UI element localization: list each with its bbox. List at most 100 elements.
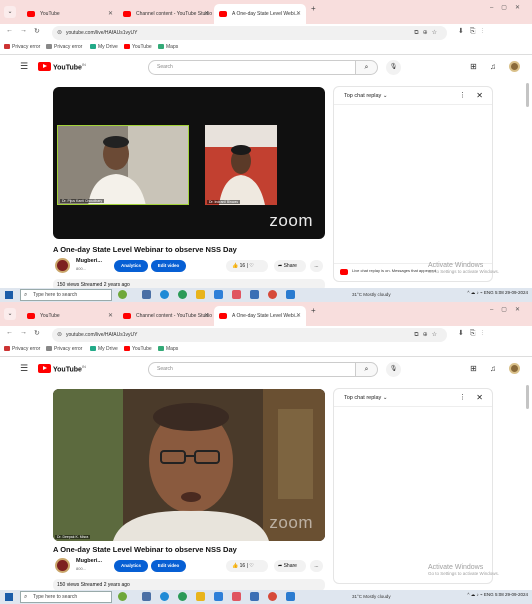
- analytics-button[interactable]: Analytics: [114, 560, 148, 572]
- address-bar[interactable]: ⊜ youtube.com/live/HAfAUs1vyUY ⧉⊕☆: [52, 26, 447, 40]
- close-tab-icon[interactable]: ✕: [296, 306, 301, 326]
- edge-icon[interactable]: [160, 290, 169, 299]
- more-options-icon[interactable]: ⋮: [459, 389, 466, 407]
- channel-name[interactable]: Mugberi...: [76, 258, 102, 264]
- tab-webinar[interactable]: A One-day State Level Webi... ✕: [214, 306, 306, 326]
- close-icon[interactable]: ✕: [476, 87, 483, 105]
- bookmark-privacy-error-2[interactable]: Privacy error: [46, 44, 82, 50]
- widget-app-icon[interactable]: [118, 290, 127, 299]
- share-button[interactable]: ➦ Share: [274, 560, 306, 572]
- task-view-icon[interactable]: [142, 290, 151, 299]
- tab-search-icon[interactable]: ⌄: [4, 308, 16, 320]
- share-button[interactable]: ➦ Share: [274, 260, 306, 272]
- photos-icon[interactable]: [232, 592, 241, 601]
- voice-search-button[interactable]: 🎙: [386, 362, 401, 377]
- create-icon[interactable]: ⊞: [470, 62, 477, 71]
- chrome-profile-icon[interactable]: [268, 290, 277, 299]
- weather-widget[interactable]: 31°C Mostly cloudy: [352, 292, 391, 297]
- bookmark-drive[interactable]: My Drive: [90, 346, 118, 352]
- bookmark-drive[interactable]: My Drive: [90, 44, 118, 50]
- channel-avatar[interactable]: [55, 258, 70, 273]
- tab-studio[interactable]: Channel content - YouTube Studio ✕: [118, 306, 214, 326]
- video-player[interactable]: Dr. Pijus Kanti Choudhary Dr. Indranil B…: [53, 87, 325, 239]
- weather-widget[interactable]: 31°C Mostly cloudy: [352, 594, 391, 599]
- windows-start-icon[interactable]: [5, 291, 13, 299]
- system-tray[interactable]: ^ ☁ ♪ ⌁ ENG 5:08 29-09-2024: [467, 592, 528, 598]
- task-view-icon[interactable]: [142, 592, 151, 601]
- window-controls[interactable]: –▢✕: [490, 4, 528, 11]
- more-options-icon[interactable]: ⋮: [459, 87, 466, 105]
- address-bar-icons[interactable]: ⧉⊕☆: [414, 26, 441, 40]
- chrome-profile-icon[interactable]: [268, 592, 277, 601]
- back-icon[interactable]: ←: [6, 27, 13, 34]
- window-controls[interactable]: –▢✕: [490, 306, 528, 313]
- youtube-logo[interactable]: YouTubeIN: [38, 364, 86, 374]
- like-dislike-button[interactable]: 👍 16 | ♡: [226, 560, 268, 572]
- page-scrollbar[interactable]: [526, 385, 529, 409]
- tab-youtube[interactable]: YouTube ✕: [22, 4, 118, 24]
- back-icon[interactable]: ←: [6, 329, 13, 336]
- address-bar[interactable]: ⊜ youtube.com/live/HAfAUs1vyUY ⧉⊕☆: [52, 328, 447, 342]
- site-info-icon[interactable]: ⊜: [57, 26, 62, 40]
- voice-search-button[interactable]: 🎙: [386, 60, 401, 75]
- chrome-icon[interactable]: [178, 592, 187, 601]
- search-button[interactable]: ⌕: [356, 362, 378, 377]
- like-dislike-button[interactable]: 👍 16 | ♡: [226, 260, 268, 272]
- close-tab-icon[interactable]: ✕: [296, 4, 301, 24]
- widget-app-icon[interactable]: [118, 592, 127, 601]
- close-icon[interactable]: ✕: [476, 389, 483, 407]
- reload-icon[interactable]: ↻: [34, 329, 40, 337]
- chat-mode-dropdown[interactable]: Top chat replay: [344, 93, 381, 99]
- reload-icon[interactable]: ↻: [34, 27, 40, 35]
- video-player[interactable]: Dr. Deepak K. Misra zoom: [53, 389, 325, 541]
- tab-studio[interactable]: Channel content - YouTube Studio ✕: [118, 4, 214, 24]
- app-icon[interactable]: [250, 592, 259, 601]
- site-info-icon[interactable]: ⊜: [57, 328, 62, 342]
- file-explorer-icon[interactable]: [196, 290, 205, 299]
- page-scrollbar[interactable]: [526, 83, 529, 107]
- notifications-bell-icon[interactable]: ♫: [490, 364, 496, 373]
- channel-avatar[interactable]: [55, 558, 70, 573]
- search-button[interactable]: ⌕: [356, 60, 378, 75]
- system-tray[interactable]: ^ ☁ ♪ ⌁ ENG 5:08 29-09-2024: [467, 290, 528, 296]
- more-actions-button[interactable]: ...: [310, 260, 323, 272]
- edit-video-button[interactable]: Edit video: [151, 260, 186, 272]
- analytics-button[interactable]: Analytics: [114, 260, 148, 272]
- channel-name[interactable]: Mugberi...: [76, 558, 102, 564]
- browser-toolbar-icons[interactable]: ⬇⎘⫶: [458, 27, 489, 36]
- windows-start-icon[interactable]: [5, 593, 13, 601]
- youtube-logo[interactable]: YouTubeIN: [38, 62, 86, 72]
- more-actions-button[interactable]: ...: [310, 560, 323, 572]
- hamburger-menu-icon[interactable]: ☰: [20, 61, 28, 72]
- forward-icon[interactable]: →: [20, 329, 27, 336]
- bookmark-maps[interactable]: Maps: [158, 346, 178, 352]
- account-avatar[interactable]: [509, 363, 520, 374]
- search-input[interactable]: Search: [148, 60, 356, 75]
- app-icon[interactable]: [250, 290, 259, 299]
- new-tab-icon[interactable]: +: [311, 4, 316, 13]
- account-avatar[interactable]: [509, 61, 520, 72]
- address-bar-icons[interactable]: ⧉⊕☆: [414, 328, 441, 342]
- tab-webinar[interactable]: A One-day State Level Webi... ✕: [214, 4, 306, 24]
- edit-video-button[interactable]: Edit video: [151, 560, 186, 572]
- create-icon[interactable]: ⊞: [470, 364, 477, 373]
- browser-toolbar-icons[interactable]: ⬇⎘⫶: [458, 329, 489, 338]
- taskbar-search-input[interactable]: ⌕ Type here to search: [20, 289, 112, 301]
- word-icon[interactable]: [286, 290, 295, 299]
- bookmark-maps[interactable]: Maps: [158, 44, 178, 50]
- word-icon[interactable]: [286, 592, 295, 601]
- taskbar-search-input[interactable]: ⌕ Type here to search: [20, 591, 112, 603]
- edge-icon[interactable]: [160, 592, 169, 601]
- bookmark-privacy-error-2[interactable]: Privacy error: [46, 346, 82, 352]
- bookmark-privacy-error-1[interactable]: Privacy error: [4, 346, 40, 352]
- hamburger-menu-icon[interactable]: ☰: [20, 363, 28, 374]
- close-tab-icon[interactable]: ✕: [204, 306, 209, 326]
- tab-youtube[interactable]: YouTube ✕: [22, 306, 118, 326]
- tab-search-icon[interactable]: ⌄: [4, 6, 16, 18]
- bookmark-youtube[interactable]: YouTube: [124, 44, 152, 50]
- store-icon[interactable]: [214, 290, 223, 299]
- close-tab-icon[interactable]: ✕: [108, 4, 113, 24]
- file-explorer-icon[interactable]: [196, 592, 205, 601]
- chrome-icon[interactable]: [178, 290, 187, 299]
- photos-icon[interactable]: [232, 290, 241, 299]
